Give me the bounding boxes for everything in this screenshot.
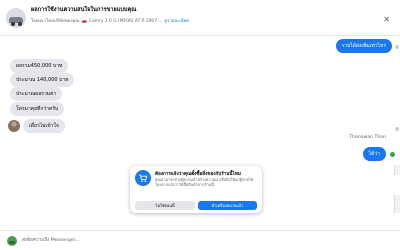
car-glyph-icon: 🚗	[81, 19, 88, 24]
chat-title: ผลการใช้งานความสนใจในการขายแบบคุณ	[31, 7, 137, 13]
prompt-body: คุณสามารถช่วยผู้ขายแล้วสร้างความน่าเชื่อ…	[155, 177, 254, 187]
side-panel-edge	[394, 165, 400, 175]
message-outgoing: ได้ว่า	[362, 147, 386, 161]
vehicle-name: Camry 2.0 G (MY06) AT ปี 2007...	[89, 19, 162, 24]
message-input[interactable]: ส่งข้อความถึง Messenger...	[22, 236, 80, 246]
message-incoming: เดี๋ยวไม่เข้าใจ	[23, 119, 65, 133]
user-avatar	[7, 236, 17, 246]
message-outgoing: รายได้ส่งเพิ่มเท่าไหร่	[335, 39, 392, 53]
message-incoming: ประมาณผลรวมค่า	[10, 87, 63, 101]
message-incoming: ผลรวม450,000 บาท	[10, 59, 69, 73]
side-avatar[interactable]	[394, 126, 400, 132]
sender-name: Thanawan Thon	[349, 135, 386, 140]
side-panel-edge	[394, 195, 400, 213]
shopping-cart-icon	[135, 170, 151, 186]
online-status-icon	[390, 152, 395, 157]
message-incoming: โทรมาคุยทีกว่าครับ	[10, 102, 65, 116]
side-avatar[interactable]	[394, 44, 400, 50]
not-now-button[interactable]: ไม่ใช่ตอนนี้	[135, 201, 195, 210]
contact-avatar[interactable]	[8, 120, 20, 132]
chat-subtitle: โฆษณาโดยบริษัทของคุณ 🚗 Camry 2.0 G (MY06) …	[31, 17, 189, 24]
details-link[interactable]: ดูรายละเอียด	[164, 19, 189, 24]
purchase-confirmation-card: ต้องการแจ้งว่าคุณตั้งซื้อสิ่งของกับร้านน…	[130, 166, 262, 213]
close-icon[interactable]: ✕	[383, 15, 390, 24]
ad-label: โฆษณาโดยบริษัทของคุณ	[31, 19, 80, 24]
message-composer: ส่งข้อความถึง Messenger...	[0, 230, 400, 250]
mark-purchased-button[interactable]: ทำเครื่องหมายแล้ว	[198, 201, 257, 210]
chat-header: ผลการใช้งานความสนใจในการขายแบบคุณ โฆษณาโ…	[0, 0, 400, 36]
chat-window: ผลการใช้งานความสนใจในการขายแบบคุณ โฆษณาโ…	[0, 0, 400, 250]
message-incoming: ประมาณ 140,000 บาท	[10, 73, 75, 87]
listing-thumbnail[interactable]	[6, 8, 26, 28]
